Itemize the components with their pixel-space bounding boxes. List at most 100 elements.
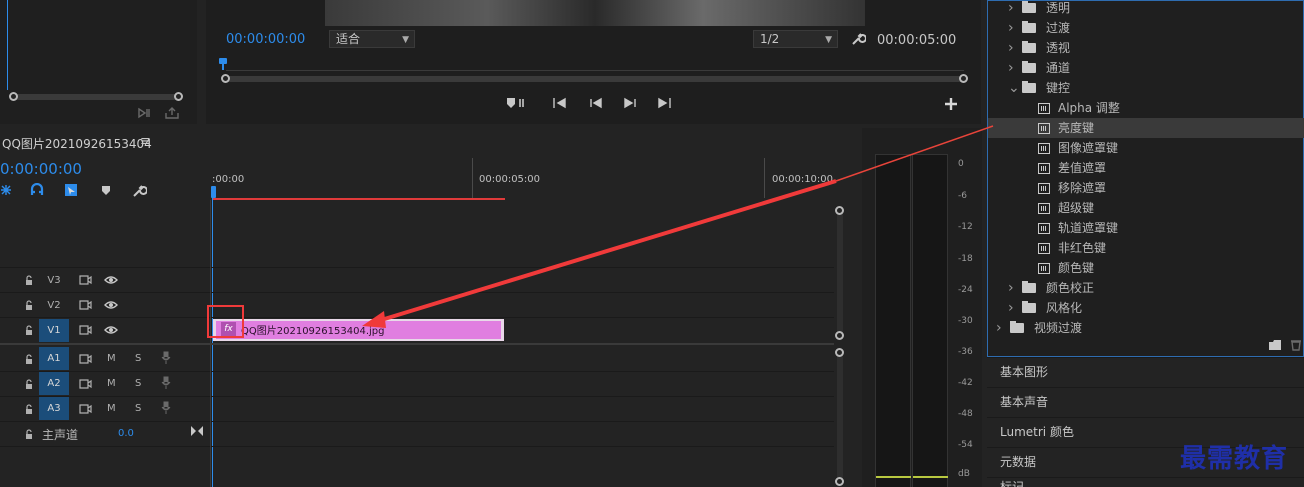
sync-lock-icon[interactable] — [79, 404, 92, 414]
annotation-highlight-box — [207, 305, 244, 338]
track-target-v1[interactable]: V1 — [39, 319, 69, 342]
audio-scroll-top-handle[interactable] — [835, 348, 844, 357]
sync-lock-icon[interactable] — [79, 379, 92, 389]
lock-icon[interactable] — [24, 275, 34, 286]
lock-icon[interactable] — [24, 404, 34, 415]
effects-tree-item-label: 透明 — [1046, 1, 1071, 15]
solo-button[interactable]: S — [135, 378, 141, 389]
program-zoom-scrollbar[interactable] — [226, 76, 964, 82]
button-editor-plus-icon[interactable] — [944, 97, 958, 111]
mute-button[interactable]: M — [107, 403, 116, 414]
microphone-icon[interactable] — [161, 401, 171, 415]
panel-essential-sound[interactable]: 基本声音 — [987, 387, 1304, 416]
video-tracks-scrollbar[interactable] — [837, 210, 843, 336]
microphone-icon[interactable] — [161, 351, 171, 365]
sequence-tab-name[interactable]: QQ图片20210926153404 — [2, 135, 152, 152]
effects-tree-item[interactable]: 颜色键 — [988, 258, 1304, 278]
sync-lock-icon[interactable] — [79, 354, 92, 364]
solo-button[interactable]: S — [135, 403, 141, 414]
chevron-right-icon[interactable]: › — [1008, 298, 1014, 318]
effects-tree-item[interactable]: › 视频过渡 — [988, 318, 1304, 338]
sync-lock-icon[interactable] — [79, 300, 92, 310]
track-target-v2[interactable]: V2 — [39, 294, 69, 317]
lock-icon[interactable] — [24, 300, 34, 311]
effects-tree-item[interactable]: 移除遮罩 — [988, 178, 1304, 198]
solo-button[interactable]: S — [135, 353, 141, 364]
chevron-right-icon[interactable]: › — [996, 318, 1002, 338]
go-to-next-edit-icon[interactable] — [190, 425, 204, 437]
effects-tree-item[interactable]: › 风格化 — [988, 298, 1304, 318]
source-zoom-scrollbar[interactable] — [12, 94, 180, 100]
sequence-menu-icon[interactable]: ≡ — [140, 134, 151, 149]
sync-lock-icon[interactable] — [79, 275, 92, 285]
source-zoom-left-handle[interactable] — [9, 92, 18, 101]
sync-lock-icon[interactable] — [79, 325, 92, 335]
add-marker-icon[interactable] — [100, 184, 112, 196]
lock-icon[interactable] — [24, 379, 34, 390]
effects-tree-item[interactable]: › 透明 — [988, 0, 1304, 18]
fit-dropdown[interactable]: 适合 ▼ — [329, 30, 415, 48]
track-target-v3[interactable]: V3 — [39, 269, 69, 292]
lock-icon[interactable] — [24, 325, 34, 336]
step-forward-icon[interactable] — [622, 96, 638, 110]
effects-tree-item[interactable]: 超级键 — [988, 198, 1304, 218]
clip-v1[interactable]: fx QQ图片20210926153404.jpg — [213, 319, 504, 341]
effects-tree-item[interactable]: › 过渡 — [988, 18, 1304, 38]
timeline-playhead-timecode[interactable]: 0:00:00:00 — [0, 160, 82, 178]
nest-sequence-icon[interactable] — [0, 183, 12, 197]
video-scroll-bottom-handle[interactable] — [835, 331, 844, 340]
effects-tree-item[interactable]: 轨道遮罩键 — [988, 218, 1304, 238]
program-zoom-left-handle[interactable] — [221, 74, 230, 83]
program-zoom-right-handle[interactable] — [959, 74, 968, 83]
effects-tree-item[interactable]: ⌄ 键控 — [988, 78, 1304, 98]
eye-icon[interactable] — [104, 325, 118, 335]
resolution-dropdown[interactable]: 1/2 ▼ — [753, 30, 838, 48]
effects-tree-item[interactable]: Alpha 调整 — [988, 98, 1304, 118]
insert-icon[interactable] — [137, 106, 153, 120]
chevron-down-icon[interactable]: ⌄ — [1008, 78, 1020, 98]
track-target-a2[interactable]: A2 — [39, 372, 69, 395]
linked-selection-icon[interactable] — [64, 183, 78, 197]
chevron-right-icon[interactable]: › — [1008, 0, 1014, 18]
mute-button[interactable]: M — [107, 353, 116, 364]
effects-tree-item[interactable]: › 通道 — [988, 58, 1304, 78]
chevron-right-icon[interactable]: › — [1008, 58, 1014, 78]
effects-tree-item[interactable]: 图像遮罩键 — [988, 138, 1304, 158]
audio-tracks-scrollbar[interactable] — [837, 352, 843, 482]
chevron-right-icon[interactable]: › — [1008, 278, 1014, 298]
effects-tree-item[interactable]: › 颜色校正 — [988, 278, 1304, 298]
source-zoom-right-handle[interactable] — [174, 92, 183, 101]
db-label: -48 — [958, 409, 973, 419]
lock-icon[interactable] — [24, 429, 34, 440]
trash-icon[interactable] — [1290, 339, 1302, 351]
audio-scroll-bottom-handle[interactable] — [835, 477, 844, 486]
eye-icon[interactable] — [104, 300, 118, 310]
effects-tree-item[interactable]: 亮度键 — [988, 118, 1304, 138]
master-volume-value[interactable]: 0.0 — [118, 428, 134, 439]
microphone-icon[interactable] — [161, 376, 171, 390]
effects-tree-item[interactable]: 差值遮罩 — [988, 158, 1304, 178]
wrench-icon[interactable] — [850, 31, 866, 47]
export-frame-icon[interactable] — [164, 106, 180, 120]
track-target-a3[interactable]: A3 — [39, 397, 69, 420]
program-playhead-head[interactable] — [219, 58, 227, 64]
go-to-out-icon[interactable] — [656, 96, 672, 110]
chevron-right-icon[interactable]: › — [1008, 38, 1014, 58]
go-to-in-icon[interactable] — [552, 96, 568, 110]
effects-tree-item[interactable]: 非红色键 — [988, 238, 1304, 258]
video-scroll-top-handle[interactable] — [835, 206, 844, 215]
add-marker-icon[interactable] — [505, 95, 529, 111]
program-current-timecode[interactable]: 00:00:00:00 — [226, 32, 305, 47]
track-target-a1[interactable]: A1 — [39, 347, 69, 370]
effects-tree-item[interactable]: › 透视 — [988, 38, 1304, 58]
step-back-icon[interactable] — [588, 96, 604, 110]
mute-button[interactable]: M — [107, 378, 116, 389]
timeline-settings-wrench-icon[interactable] — [131, 183, 147, 199]
lock-icon[interactable] — [24, 354, 34, 365]
chevron-right-icon[interactable]: › — [1008, 18, 1014, 38]
eye-icon[interactable] — [104, 275, 118, 285]
panel-essential-graphics[interactable]: 基本图形 — [987, 357, 1304, 386]
new-folder-icon[interactable] — [1268, 339, 1282, 351]
panel-markers[interactable]: 标记 — [987, 477, 1304, 487]
snap-icon[interactable] — [30, 183, 44, 197]
